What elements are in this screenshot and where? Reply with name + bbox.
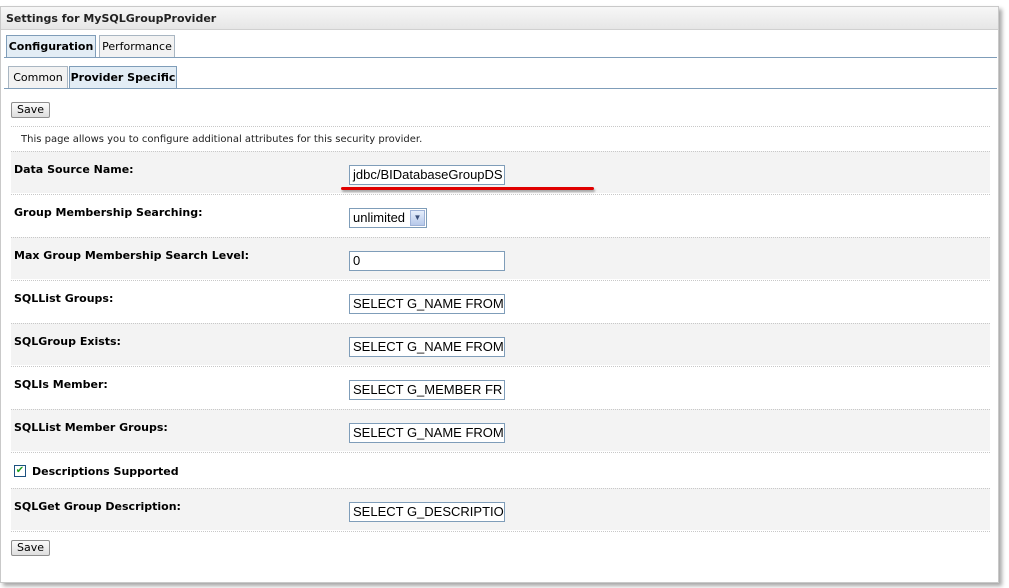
divider xyxy=(11,452,990,453)
descriptions-supported-label: Descriptions Supported xyxy=(32,465,179,478)
page-description: This page allows you to configure additi… xyxy=(21,134,423,145)
row-group-membership: Group Membership Searching: unlimited ▼ xyxy=(11,194,990,236)
row-sql-list-groups: SQLList Groups: SELECT G_NAME FROM xyxy=(11,280,990,322)
descriptions-supported-checkbox[interactable]: ✔ xyxy=(14,465,26,477)
tab-performance[interactable]: Performance xyxy=(99,35,175,57)
data-source-field[interactable]: jdbc/BIDatabaseGroupDS xyxy=(349,165,505,185)
save-button-top[interactable]: Save xyxy=(11,102,51,118)
sql-get-group-description-label: SQLGet Group Description: xyxy=(14,500,181,513)
divider xyxy=(11,531,990,532)
sql-get-group-description-field[interactable]: SELECT G_DESCRIPTIOI xyxy=(349,502,505,522)
sub-tabs-divider xyxy=(4,88,997,89)
sql-group-exists-label: SQLGroup Exists: xyxy=(14,335,121,348)
sql-is-member-label: SQLIs Member: xyxy=(14,378,108,391)
max-level-field[interactable]: 0 xyxy=(349,251,505,271)
checkmark-icon: ✔ xyxy=(15,465,25,476)
main-tabs-divider xyxy=(4,57,997,58)
sql-group-exists-field[interactable]: SELECT G_NAME FROM xyxy=(349,337,505,357)
row-sql-is-member: SQLIs Member: SELECT G_MEMBER FR xyxy=(11,366,990,408)
sql-list-member-groups-field[interactable]: SELECT G_NAME FROM xyxy=(349,423,505,443)
row-sql-list-member-groups: SQLList Member Groups: SELECT G_NAME FRO… xyxy=(11,409,990,451)
group-membership-select[interactable]: unlimited ▼ xyxy=(349,208,427,228)
annotation-underline xyxy=(341,187,594,190)
row-sql-group-exists: SQLGroup Exists: SELECT G_NAME FROM xyxy=(11,323,990,365)
data-source-label: Data Source Name: xyxy=(14,163,134,176)
group-membership-value: unlimited xyxy=(353,210,406,225)
panel-title: Settings for MySQLGroupProvider xyxy=(6,12,217,25)
max-level-label: Max Group Membership Search Level: xyxy=(14,249,250,262)
sql-list-member-groups-label: SQLList Member Groups: xyxy=(14,421,168,434)
divider xyxy=(11,126,990,127)
row-max-level: Max Group Membership Search Level: 0 xyxy=(11,237,990,279)
row-sql-get-group-description: SQLGet Group Description: SELECT G_DESCR… xyxy=(11,488,990,530)
sql-list-groups-field[interactable]: SELECT G_NAME FROM xyxy=(349,294,505,314)
sql-is-member-field[interactable]: SELECT G_MEMBER FR xyxy=(349,380,505,400)
save-button-bottom[interactable]: Save xyxy=(11,540,51,556)
chevron-down-icon[interactable]: ▼ xyxy=(410,210,425,226)
tab-provider-specific[interactable]: Provider Specific xyxy=(69,66,177,88)
sql-list-groups-label: SQLList Groups: xyxy=(14,292,114,305)
group-membership-label: Group Membership Searching: xyxy=(14,206,203,219)
tab-configuration[interactable]: Configuration xyxy=(6,35,96,57)
tab-common[interactable]: Common xyxy=(8,66,68,88)
panel-title-bar: Settings for MySQLGroupProvider xyxy=(1,7,998,30)
